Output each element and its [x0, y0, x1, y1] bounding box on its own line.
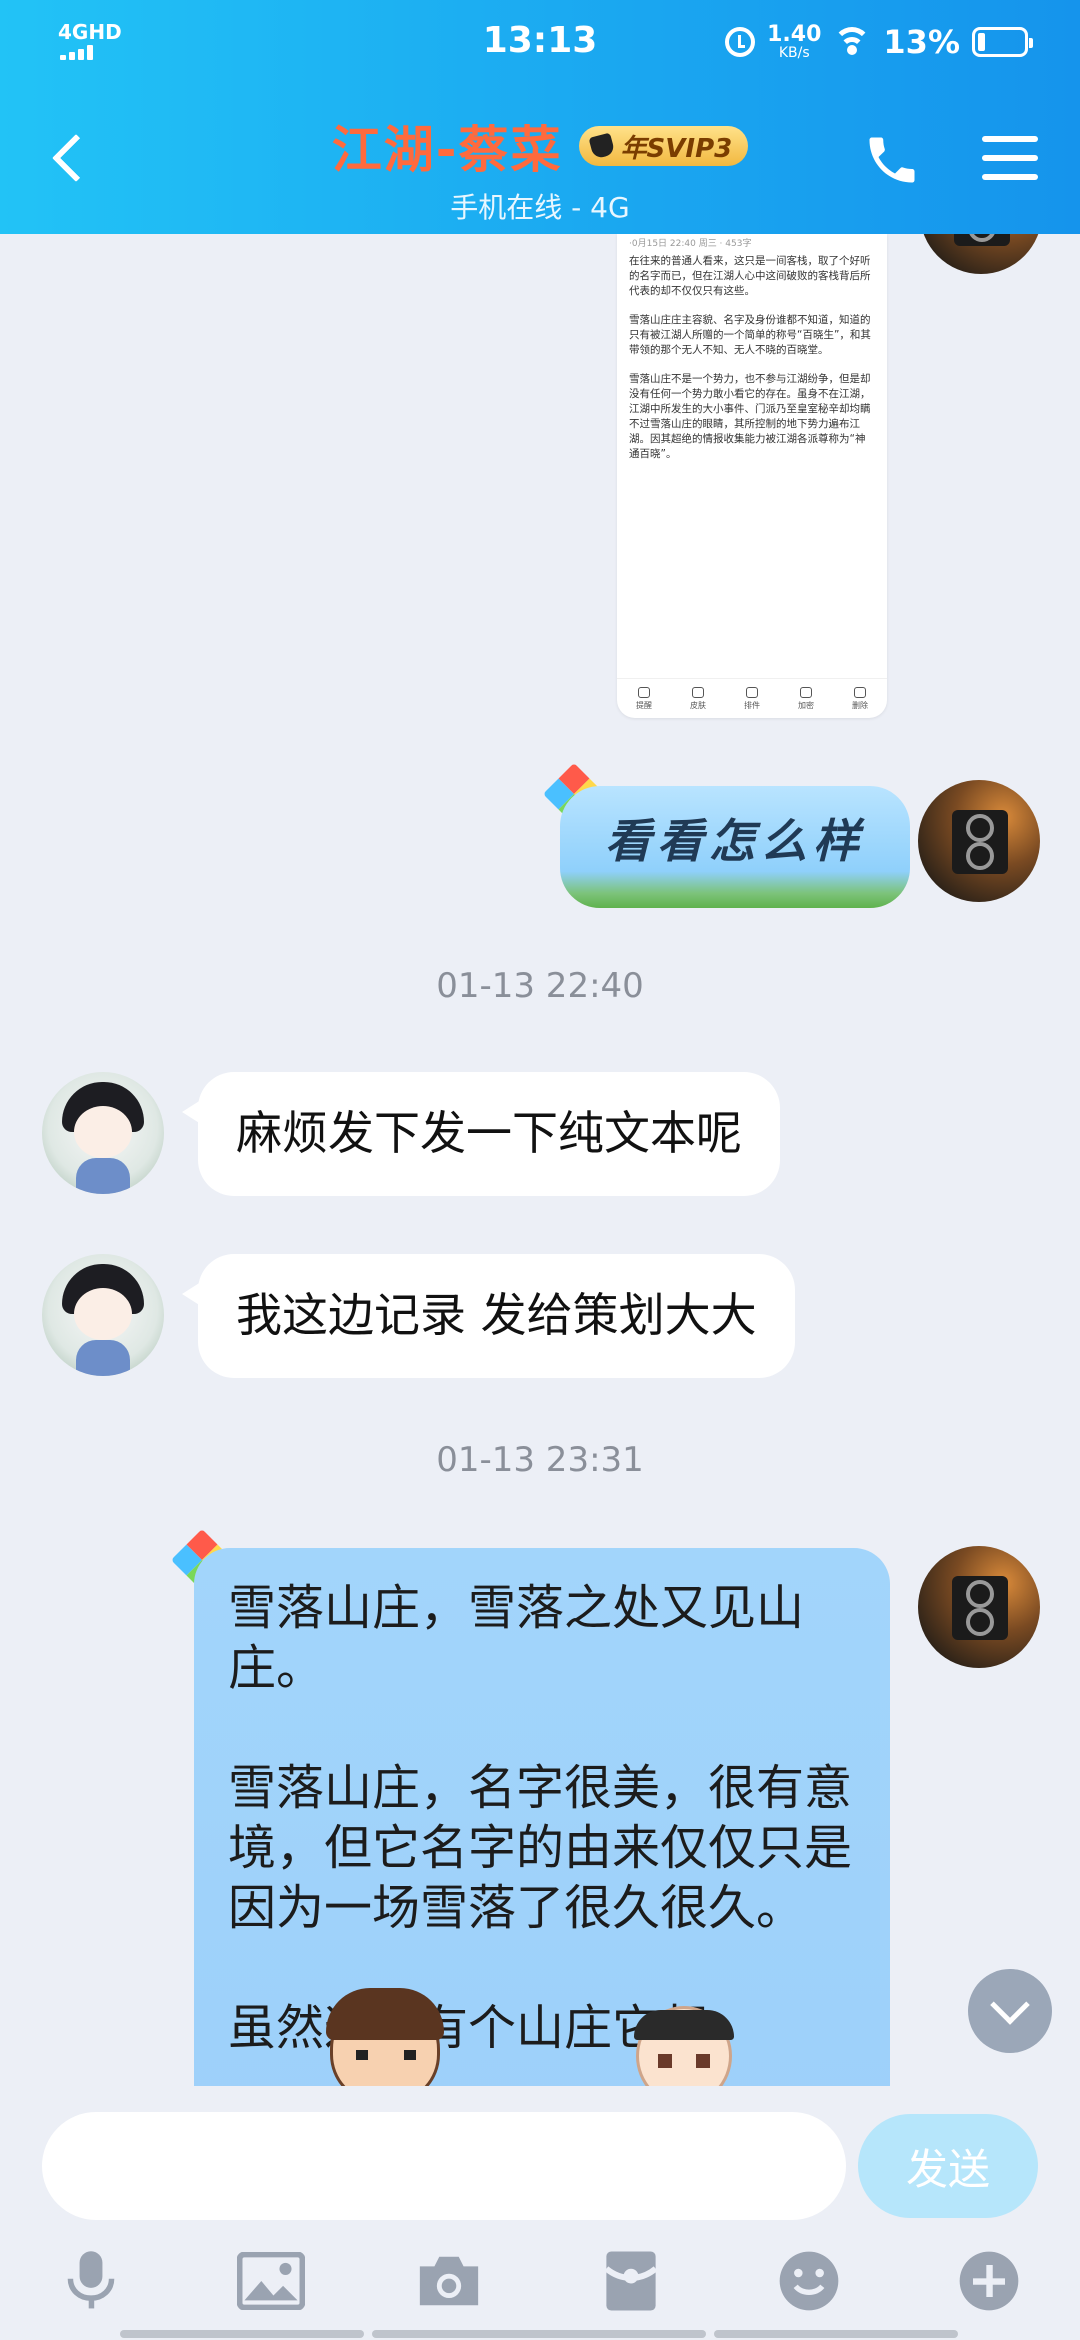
red-packet-button[interactable] — [596, 2246, 666, 2316]
image-button[interactable] — [236, 2246, 306, 2316]
emoji-icon — [779, 2251, 839, 2311]
home-indicator — [372, 2330, 706, 2338]
pin-icon: 排件 — [744, 686, 760, 711]
scroll-to-bottom-button[interactable] — [968, 1969, 1052, 2053]
plus-icon — [959, 2251, 1019, 2311]
menu-button[interactable] — [982, 130, 1038, 186]
status-indicators: 1.40 KB/s 13% — [725, 20, 1033, 64]
message-bubble-in[interactable]: 麻烦发下发一下纯文本呢 — [182, 1072, 780, 1196]
camera-icon — [419, 2256, 479, 2306]
image-message[interactable]: ·0月15日 22:40 周三 · 453字 在往来的普通人看来，这只是一间客栈… — [617, 234, 887, 718]
chevron-down-icon — [990, 1985, 1030, 2025]
battery-icon — [972, 27, 1033, 57]
contact-avatar[interactable] — [42, 1254, 164, 1376]
svip-badge: 年SVIP3 — [578, 126, 749, 166]
delete-icon: 删除 — [852, 686, 868, 711]
message-text: 麻烦发下发一下纯文本呢 — [236, 1106, 742, 1161]
contact-status: 手机在线 - 4G — [450, 191, 630, 224]
screenshot-text: 在往来的普通人看来，这只是一间客栈，取了个好听的名字而已，但在江湖人心中这间破败… — [629, 255, 871, 460]
chat-header: 4GHD 13:13 1.40 KB/s 13% 江湖-蔡菜 年SVIP3 手机… — [0, 0, 1080, 234]
wifi-icon — [833, 27, 872, 57]
phone-icon — [869, 137, 915, 183]
call-button[interactable] — [862, 130, 922, 190]
emoji-button[interactable] — [774, 2246, 844, 2316]
camera-button[interactable] — [414, 2246, 484, 2316]
menu-icon — [982, 136, 1038, 142]
message-list[interactable]: ·0月15日 22:40 周三 · 453字 在往来的普通人看来，这只是一间客栈… — [0, 234, 1080, 2086]
home-indicator — [714, 2330, 958, 2338]
screenshot-toolbar: 提醒 皮肤 排件 加密 删除 — [617, 678, 887, 718]
send-button[interactable]: 发送 — [858, 2114, 1038, 2218]
net-speed: 1.40 KB/s — [767, 22, 822, 61]
microphone-icon — [67, 2251, 115, 2309]
remind-icon: 提醒 — [636, 686, 652, 711]
my-avatar[interactable] — [920, 234, 1042, 274]
screenshot-meta: ·0月15日 22:40 周三 · 453字 — [629, 239, 752, 249]
red-packet-icon — [604, 2251, 658, 2311]
message-text: 我这边记录 发给策划大大 — [236, 1288, 757, 1343]
status-bar: 4GHD 13:13 1.40 KB/s 13% — [0, 0, 1080, 84]
voice-button[interactable] — [56, 2246, 126, 2316]
timestamp: 01-13 22:40 — [436, 966, 644, 1006]
message-input[interactable] — [42, 2112, 846, 2220]
message-bubble-out[interactable]: 雪落山庄，雪落之处又见山庄。 雪落山庄，名字很美，很有意境，但它名字的由来仅仅只… — [194, 1548, 890, 2086]
image-icon — [237, 2252, 305, 2310]
input-toolbar — [0, 2246, 1080, 2326]
message-bubble-out[interactable]: 看看怎么样 — [560, 786, 910, 908]
battery-percent: 13% — [883, 23, 960, 61]
crown-icon — [588, 132, 616, 160]
home-indicator — [120, 2330, 364, 2338]
timestamp: 01-13 23:31 — [436, 1440, 644, 1480]
my-avatar[interactable] — [918, 1546, 1040, 1668]
my-avatar[interactable] — [918, 780, 1040, 902]
message-text: 看看怎么样 — [605, 814, 865, 869]
more-button[interactable] — [954, 2246, 1024, 2316]
skin-icon: 皮肤 — [690, 686, 706, 711]
contact-avatar[interactable] — [42, 1072, 164, 1194]
contact-name: 江湖-蔡菜 — [331, 121, 563, 179]
lock-icon: 加密 — [798, 686, 814, 711]
composer: 发送 — [0, 2086, 1080, 2340]
alarm-icon — [725, 27, 756, 57]
nav-bar: 江湖-蔡菜 年SVIP3 手机在线 - 4G — [0, 100, 1080, 224]
message-bubble-in[interactable]: 我这边记录 发给策划大大 — [182, 1254, 795, 1378]
